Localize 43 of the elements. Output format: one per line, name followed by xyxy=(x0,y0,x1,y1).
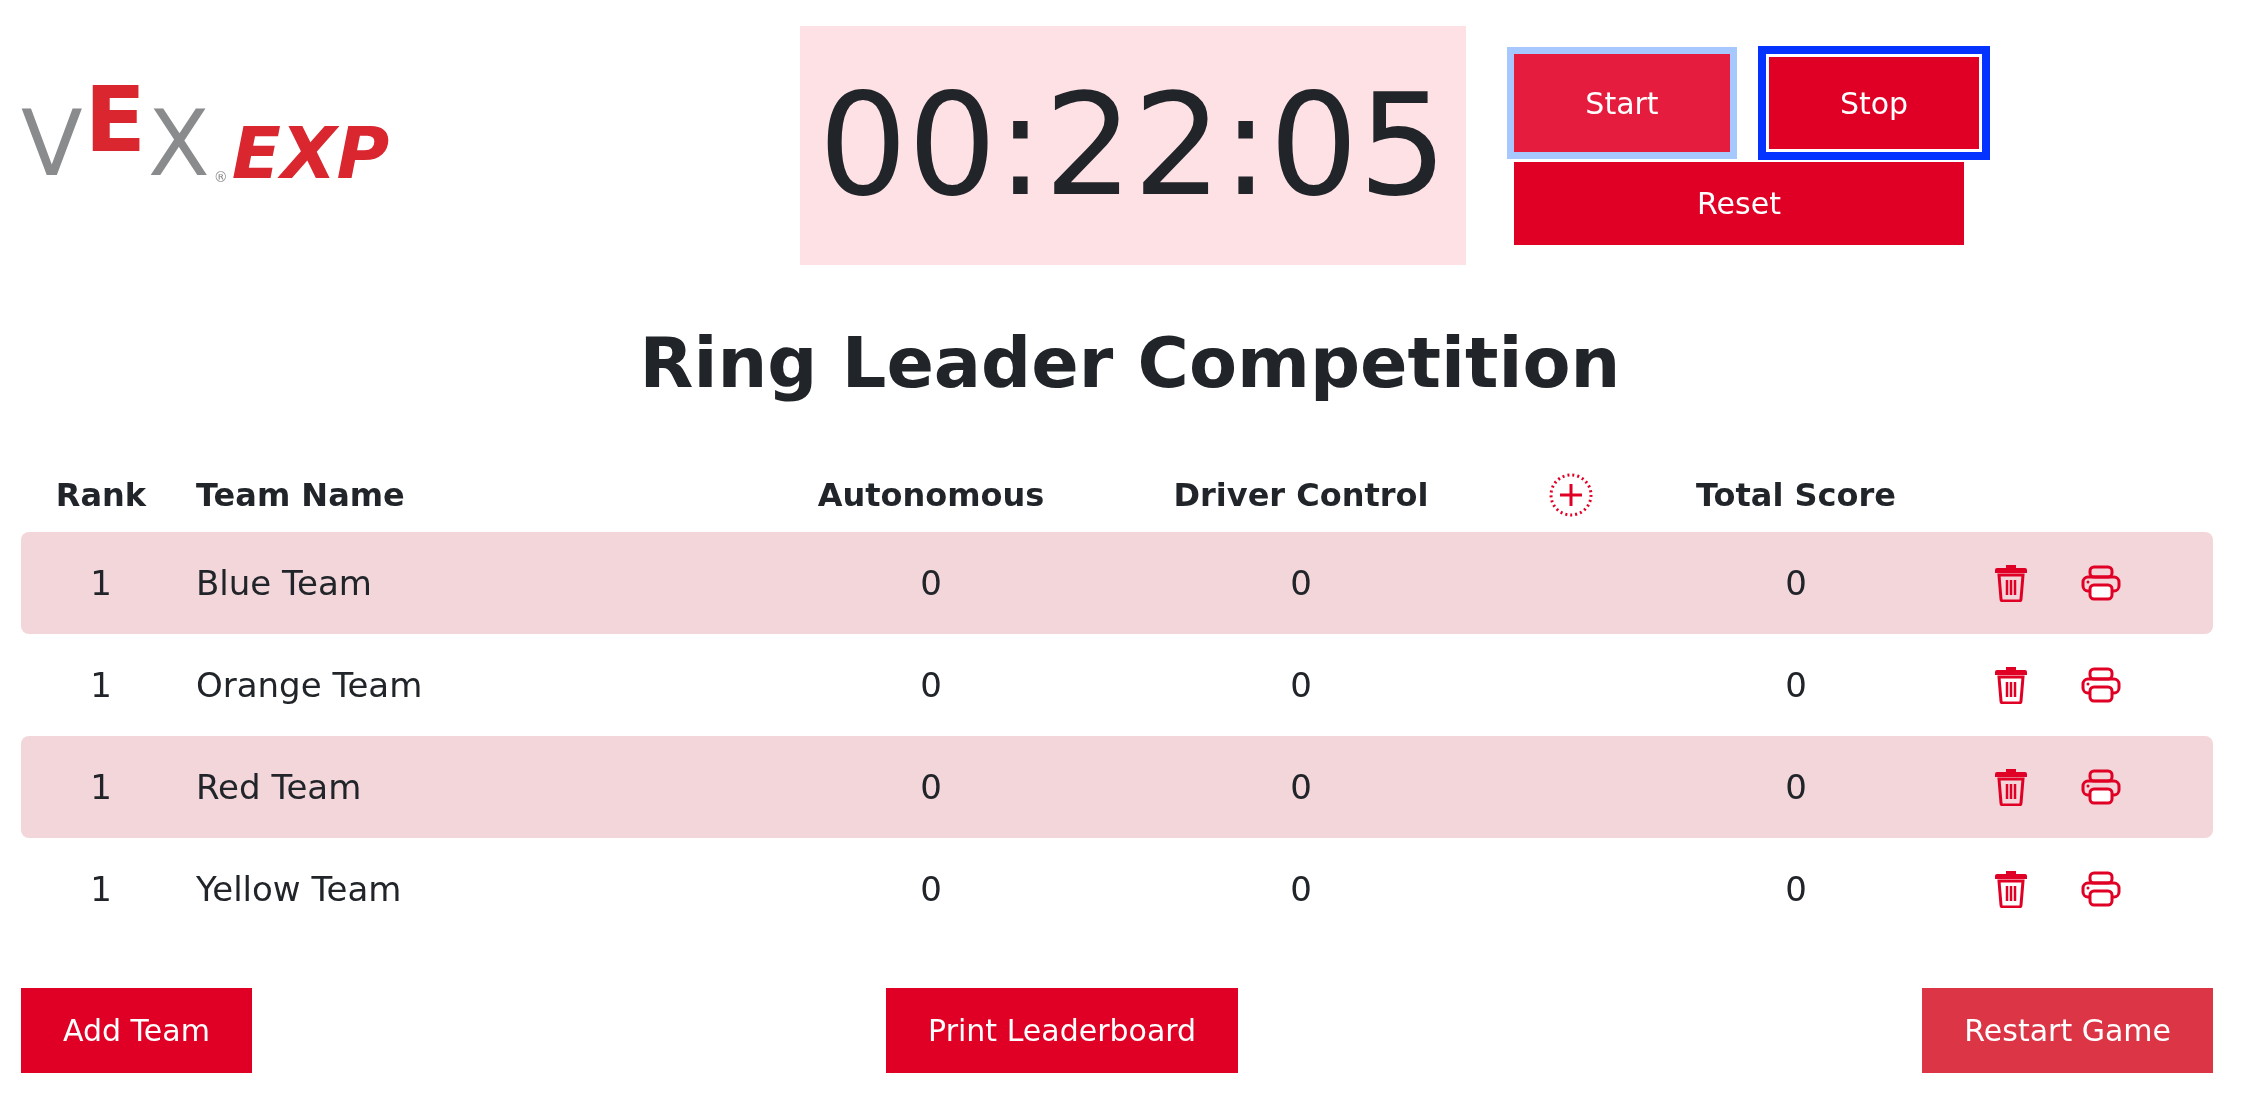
team-name-cell-text: Red Team xyxy=(195,767,363,807)
trash-icon[interactable] xyxy=(1995,768,2027,806)
registered-mark: ® xyxy=(213,169,228,185)
team-name-cell-text: Yellow Team xyxy=(195,869,403,909)
timer-display: 00:22:05 xyxy=(818,64,1448,227)
rank-cell-text: 1 xyxy=(89,563,113,603)
printer-icon[interactable] xyxy=(2081,667,2121,703)
rank-cell-text: 1 xyxy=(89,665,113,705)
total-score-cell-text: 0 xyxy=(1784,563,1808,603)
add-column-icon[interactable] xyxy=(1548,472,1594,518)
column-header: Driver Control xyxy=(1172,476,1430,514)
driver-control-score-cell-text: 0 xyxy=(1289,563,1313,603)
action-button[interactable]: Print Leaderboard xyxy=(886,988,1239,1073)
autonomous-score-cell-text: 0 xyxy=(919,767,943,807)
column-header: Autonomous xyxy=(816,476,1046,514)
total-score-cell-text: 0 xyxy=(1784,665,1808,705)
logo-wordmark: VEX xyxy=(21,70,212,193)
printer-icon[interactable] xyxy=(2081,769,2121,805)
rank-cell-text: 1 xyxy=(89,767,113,807)
action-button[interactable]: Add Team xyxy=(21,988,252,1073)
printer-icon[interactable] xyxy=(2081,871,2121,907)
column-header: Team Name xyxy=(195,476,406,514)
trash-icon[interactable] xyxy=(1995,666,2027,704)
column-header: Rank xyxy=(54,476,148,514)
page-title: Ring Leader Competition xyxy=(639,321,1621,404)
action-button[interactable]: Restart Game xyxy=(1922,988,2213,1073)
team-name-cell-text: Blue Team xyxy=(195,563,373,603)
autonomous-score-cell-text: 0 xyxy=(919,665,943,705)
team-name-cell-text: Orange Team xyxy=(195,665,424,705)
trash-icon[interactable] xyxy=(1995,870,2027,908)
autonomous-score-cell-text: 0 xyxy=(919,869,943,909)
rank-cell-text: 1 xyxy=(89,869,113,909)
autonomous-score-cell-text: 0 xyxy=(919,563,943,603)
printer-icon[interactable] xyxy=(2081,565,2121,601)
trash-icon[interactable] xyxy=(1995,564,2027,602)
driver-control-score-cell-text: 0 xyxy=(1289,665,1313,705)
driver-control-score-cell-text: 0 xyxy=(1289,767,1313,807)
driver-control-score-cell-text: 0 xyxy=(1289,869,1313,909)
logo-product-name: EXP xyxy=(231,113,391,193)
timer-button[interactable]: Reset xyxy=(1514,162,1964,245)
total-score-cell-text: 0 xyxy=(1784,869,1808,909)
total-score-cell-text: 0 xyxy=(1784,767,1808,807)
column-header: Total Score xyxy=(1694,476,1897,514)
